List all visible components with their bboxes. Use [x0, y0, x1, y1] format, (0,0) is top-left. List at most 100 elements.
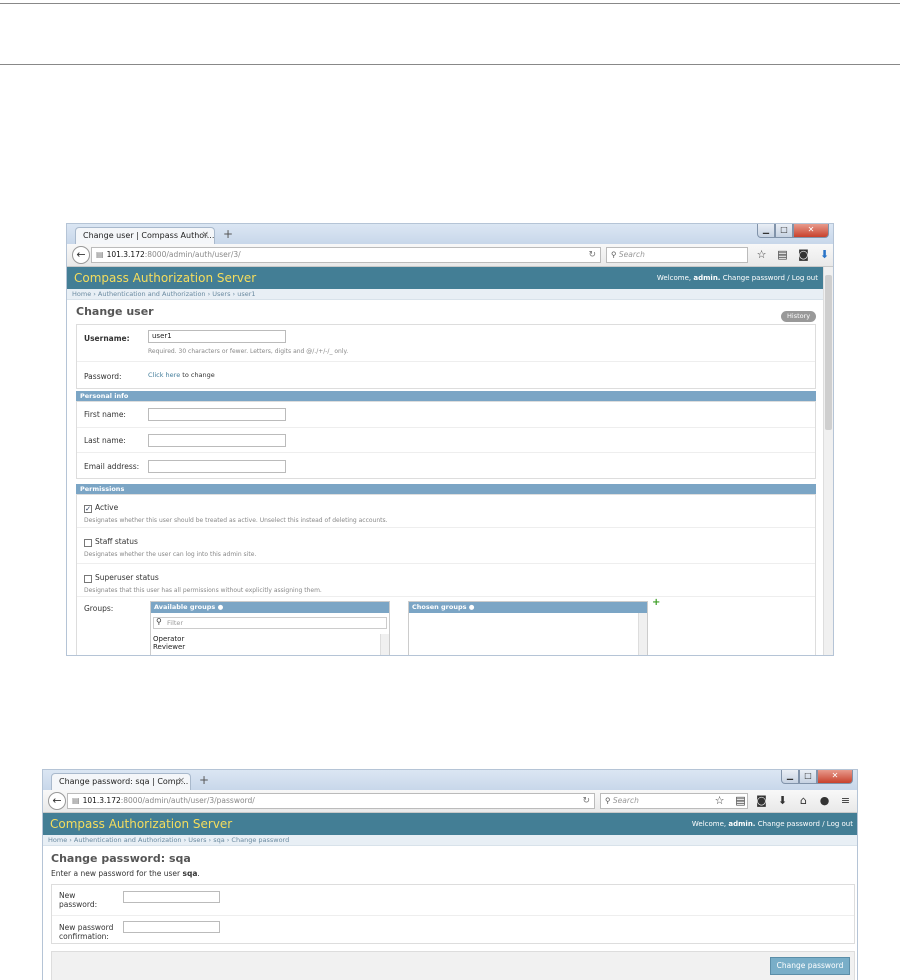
intro-username: sqa: [182, 869, 198, 878]
tab-title: Change password: sqa | Comp...: [59, 777, 189, 786]
change-password-link[interactable]: Change password: [723, 274, 785, 282]
groups-label: Groups:: [84, 604, 114, 613]
superuser-label: Superuser status: [95, 573, 159, 582]
tab-close-icon[interactable]: ×: [177, 774, 185, 789]
scroll-thumb[interactable]: [825, 275, 832, 430]
username-input[interactable]: user1: [148, 330, 286, 343]
close-window-button[interactable]: ✕: [793, 224, 829, 238]
superuser-checkbox[interactable]: [84, 575, 92, 583]
site-title: Compass Authorization Server: [50, 817, 233, 831]
bookmark-star-icon[interactable]: ☆: [709, 793, 730, 809]
top-rule-2: [0, 64, 900, 65]
email-label: Email address:: [84, 462, 140, 471]
last-name-input[interactable]: [148, 434, 286, 447]
reload-icon[interactable]: ↻: [582, 794, 590, 808]
main-fieldset: Username: user1 Required. 30 characters …: [76, 324, 816, 389]
logout-link[interactable]: Log out: [792, 274, 818, 282]
username-label: Username:: [84, 334, 130, 343]
page-title: Change user: [76, 305, 154, 318]
window-controls: ▁ □ ✕: [757, 224, 829, 238]
menu-icon[interactable]: ≡: [835, 793, 856, 809]
page-title: Change password: sqa: [51, 852, 191, 865]
navigation-bar: ← ▤ 101.3.172:8000/admin/auth/user/3/pass…: [43, 790, 857, 813]
back-button[interactable]: ←: [72, 246, 90, 264]
url-bar[interactable]: ▤ 101.3.172:8000/admin/auth/user/3/passwo…: [67, 793, 595, 809]
minimize-button[interactable]: ▁: [757, 224, 775, 238]
new-tab-button[interactable]: +: [199, 772, 209, 788]
list-item[interactable]: Operator: [153, 635, 185, 643]
password-change-link[interactable]: Click here: [148, 371, 180, 379]
pocket-icon[interactable]: ◙: [751, 793, 772, 809]
email-input[interactable]: [148, 460, 286, 473]
active-checkbox[interactable]: ✓: [84, 505, 92, 513]
groups-row: Groups: Available groups ● ⚲ Filter Opera…: [77, 597, 815, 655]
close-window-button[interactable]: ✕: [817, 770, 853, 784]
change-password-button[interactable]: Change password: [770, 957, 850, 975]
clipboard-icon[interactable]: ▤: [772, 247, 793, 263]
available-groups-box: Available groups ● ⚲ Filter Operator Revi…: [150, 601, 390, 655]
tab-close-icon[interactable]: ×: [201, 228, 209, 243]
breadcrumb[interactable]: Home › Authentication and Authorization …: [43, 835, 857, 846]
page-icon: ▤: [72, 796, 80, 805]
list-item[interactable]: Reviewer: [153, 643, 185, 651]
page-scrollbar[interactable]: [823, 267, 833, 655]
staff-row: Staff status Designates whether the user…: [77, 528, 815, 564]
page-content: Compass Authorization Server Welcome, ad…: [43, 813, 857, 980]
chosen-groups-box: Chosen groups ●: [408, 601, 648, 655]
groups-filter-input[interactable]: ⚲ Filter: [153, 617, 387, 629]
change-password-link[interactable]: Change password: [758, 820, 820, 828]
clipboard-icon[interactable]: ▤: [730, 793, 751, 809]
minimize-button[interactable]: ▁: [781, 770, 799, 784]
site-header: Compass Authorization Server Welcome, ad…: [43, 813, 857, 835]
history-button[interactable]: History: [781, 311, 817, 322]
last-name-row: Last name:: [77, 428, 815, 453]
intro-text: Enter a new password for the user sqa.: [51, 869, 200, 878]
maximize-button[interactable]: □: [775, 224, 793, 238]
back-button[interactable]: ←: [48, 792, 66, 810]
magnifier-icon: ⚲: [156, 617, 162, 626]
page-icon: ▤: [96, 250, 104, 259]
staff-checkbox[interactable]: [84, 539, 92, 547]
new-tab-button[interactable]: +: [223, 226, 233, 242]
permissions-heading: Permissions: [76, 484, 816, 494]
personal-info-heading: Personal info: [76, 391, 816, 401]
home-icon[interactable]: ⌂: [793, 793, 814, 809]
url-bar[interactable]: ▤ 101.3.172:8000/admin/auth/user/3/ ↻: [91, 247, 601, 263]
active-help: Designates whether this user should be t…: [84, 517, 388, 524]
available-groups-scrollbar[interactable]: [380, 634, 389, 655]
chosen-groups-scrollbar[interactable]: [638, 613, 647, 655]
superuser-row: Superuser status Designates that this us…: [77, 564, 815, 597]
pocket-icon[interactable]: ◙: [793, 247, 814, 263]
personal-info-fieldset: First name: Last name: Email address:: [76, 401, 816, 479]
navigation-bar: ← ▤ 101.3.172:8000/admin/auth/user/3/ ↻ ⚲…: [67, 244, 833, 267]
confirm-password-label: New password confirmation:: [59, 923, 114, 941]
tab-strip: Change password: sqa | Comp... × + ▁ □ ✕: [43, 770, 857, 790]
search-icon: ⚲: [611, 250, 617, 259]
site-header: Compass Authorization Server Welcome, ad…: [67, 267, 824, 289]
add-group-icon[interactable]: +: [652, 597, 660, 608]
logout-link[interactable]: Log out: [827, 820, 853, 828]
download-icon[interactable]: ⬇: [772, 793, 793, 809]
maximize-button[interactable]: □: [799, 770, 817, 784]
new-password-row: New password:: [52, 885, 854, 916]
search-input[interactable]: ⚲ Search: [606, 247, 748, 263]
browser-tab-change-user[interactable]: Change user | Compass Author... ×: [75, 227, 215, 244]
chosen-groups-heading: Chosen groups ●: [409, 602, 647, 613]
available-groups-list[interactable]: Operator Reviewer: [153, 635, 185, 651]
browser-tab-change-password[interactable]: Change password: sqa | Comp... ×: [51, 773, 191, 790]
chat-icon[interactable]: ●: [814, 793, 835, 809]
new-password-label: New password:: [59, 891, 98, 909]
confirm-password-input[interactable]: [123, 921, 220, 933]
bookmark-star-icon[interactable]: ☆: [751, 247, 772, 263]
active-label: Active: [95, 503, 119, 512]
reload-icon[interactable]: ↻: [588, 248, 596, 262]
breadcrumb[interactable]: Home › Authentication and Authorization …: [67, 289, 824, 300]
password-fieldset: New password: New password confirmation:: [51, 884, 855, 944]
download-icon[interactable]: ⬇: [814, 247, 833, 263]
superuser-help: Designates that this user has all permis…: [84, 587, 322, 594]
username-display: admin.: [693, 274, 721, 282]
help-icon: ●: [468, 603, 475, 611]
new-password-input[interactable]: [123, 891, 220, 903]
first-name-input[interactable]: [148, 408, 286, 421]
password-label: Password:: [84, 372, 122, 381]
